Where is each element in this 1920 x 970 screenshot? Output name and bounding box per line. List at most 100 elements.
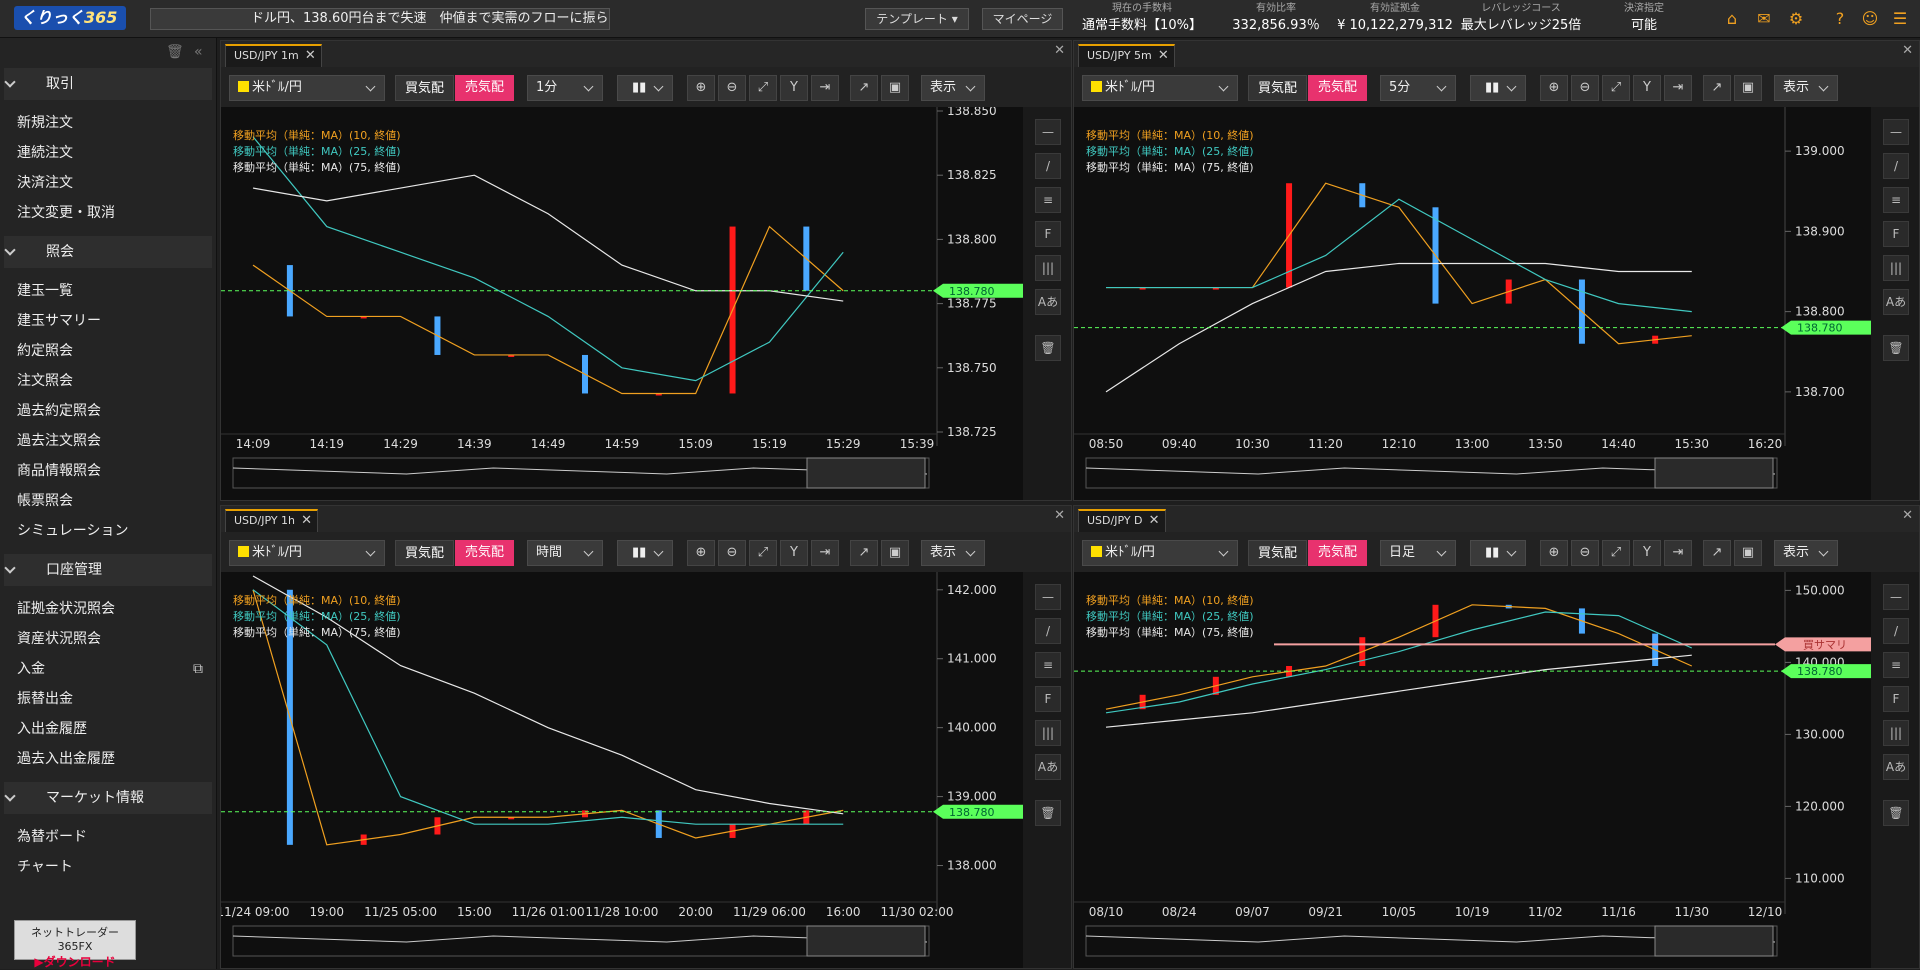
- navigator-handle[interactable]: [806, 457, 926, 489]
- y-scale-icon[interactable]: Y: [780, 75, 808, 101]
- chart-svg[interactable]: 138.850 138.825 138.800 138.775 138.750 138.7…: [221, 107, 1025, 502]
- add-indicator-icon[interactable]: ↗: [850, 75, 878, 101]
- delete-drawing-icon[interactable]: 🗑: [1883, 800, 1909, 826]
- vertical-line-icon[interactable]: |||: [1035, 255, 1061, 281]
- compare-icon[interactable]: ▣: [1734, 75, 1762, 101]
- line-tool-icon[interactable]: —: [1035, 119, 1061, 145]
- zoom-out-icon[interactable]: ⊖: [718, 75, 746, 101]
- tab-close-icon[interactable]: ✕: [301, 511, 312, 530]
- sidebar-item-withdraw[interactable]: 振替出金: [0, 684, 216, 714]
- buy-quote-button[interactable]: 買気配: [395, 540, 454, 566]
- download-banner[interactable]: ネットトレーダー365FX ▶ダウンロード: [14, 920, 136, 969]
- chart-svg[interactable]: 142.000 141.000 140.000 139.000 138.000 11/24…: [221, 572, 1025, 970]
- buy-quote-button[interactable]: 買気配: [1248, 75, 1307, 101]
- sidebar-item-past-orders[interactable]: 過去注文照会: [0, 426, 216, 456]
- sidebar-item-margin-status[interactable]: 証拠金状況照会: [0, 594, 216, 624]
- sidebar-item-past-executions[interactable]: 過去約定照会: [0, 396, 216, 426]
- text-tool-icon[interactable]: Aあ: [1883, 289, 1909, 315]
- fit-icon[interactable]: ⤢: [749, 540, 777, 566]
- text-tool-icon[interactable]: Aあ: [1035, 754, 1061, 780]
- sidebar-item-product-info[interactable]: 商品情報照会: [0, 456, 216, 486]
- chart-tab[interactable]: USD/JPY 5m ✕: [1078, 44, 1175, 67]
- collapse-icon[interactable]: «: [194, 44, 203, 60]
- pair-select[interactable]: 米ﾄﾞﾙ/円: [229, 75, 385, 101]
- sidebar-item-chart[interactable]: チャート: [0, 852, 216, 882]
- sidebar-item-past-transfer-history[interactable]: 過去入出金履歴: [0, 744, 216, 774]
- buy-quote-button[interactable]: 買気配: [1248, 540, 1307, 566]
- tab-close-icon[interactable]: ✕: [1158, 46, 1169, 65]
- mail-icon[interactable]: ✉: [1754, 9, 1774, 29]
- sell-quote-button[interactable]: 売気配: [1308, 75, 1367, 101]
- chart-type-select[interactable]: ▮▮: [617, 540, 673, 566]
- sidebar-item-orders[interactable]: 注文照会: [0, 366, 216, 396]
- chart-type-select[interactable]: ▮▮: [617, 75, 673, 101]
- vertical-line-icon[interactable]: |||: [1883, 720, 1909, 746]
- pair-select[interactable]: 米ﾄﾞﾙ/円: [1082, 540, 1238, 566]
- y-scale-icon[interactable]: Y: [780, 540, 808, 566]
- chart-type-select[interactable]: ▮▮: [1470, 75, 1526, 101]
- trend-line-icon[interactable]: /: [1035, 153, 1061, 179]
- zoom-in-icon[interactable]: ⊕: [1540, 75, 1568, 101]
- navigator-handle[interactable]: [1654, 925, 1774, 957]
- mypage-button[interactable]: マイページ: [982, 8, 1063, 30]
- trend-line-icon[interactable]: /: [1883, 618, 1909, 644]
- interval-select[interactable]: 1分: [527, 75, 603, 101]
- sidebar-item-chain-order[interactable]: 連続注文: [0, 138, 216, 168]
- vertical-line-icon[interactable]: |||: [1883, 255, 1909, 281]
- panel-close-icon[interactable]: ✕: [1054, 508, 1065, 523]
- zoom-out-icon[interactable]: ⊖: [718, 540, 746, 566]
- sidebar-item-reports[interactable]: 帳票照会: [0, 486, 216, 516]
- interval-select[interactable]: 時間: [527, 540, 603, 566]
- y-scale-icon[interactable]: Y: [1633, 540, 1661, 566]
- text-tool-icon[interactable]: Aあ: [1883, 754, 1909, 780]
- add-indicator-icon[interactable]: ↗: [1703, 540, 1731, 566]
- sell-quote-button[interactable]: 売気配: [455, 540, 514, 566]
- sidebar-item-close-order[interactable]: 決済注文: [0, 168, 216, 198]
- line-tool-icon[interactable]: —: [1883, 119, 1909, 145]
- sidebar-item-position-summary[interactable]: 建玉サマリー: [0, 306, 216, 336]
- trend-line-icon[interactable]: /: [1035, 618, 1061, 644]
- compare-icon[interactable]: ▣: [881, 75, 909, 101]
- trash-icon[interactable]: 🗑: [166, 44, 184, 60]
- jump-latest-icon[interactable]: ⇥: [811, 75, 839, 101]
- pair-select[interactable]: 米ﾄﾞﾙ/円: [229, 540, 385, 566]
- interval-select[interactable]: 日足: [1380, 540, 1456, 566]
- fit-icon[interactable]: ⤢: [749, 75, 777, 101]
- text-tool-icon[interactable]: Aあ: [1035, 289, 1061, 315]
- fib-icon[interactable]: F: [1035, 686, 1061, 712]
- zoom-in-icon[interactable]: ⊕: [1540, 540, 1568, 566]
- sidebar-item-simulation[interactable]: シミュレーション: [0, 516, 216, 546]
- vertical-line-icon[interactable]: |||: [1035, 720, 1061, 746]
- section-inquiry[interactable]: 照会: [4, 236, 212, 268]
- interval-select[interactable]: 5分: [1380, 75, 1456, 101]
- section-trade[interactable]: 取引: [4, 68, 212, 100]
- zoom-in-icon[interactable]: ⊕: [687, 540, 715, 566]
- help-icon[interactable]: ?: [1830, 9, 1850, 29]
- fit-icon[interactable]: ⤢: [1602, 540, 1630, 566]
- display-select[interactable]: 表示: [1774, 75, 1838, 101]
- section-account[interactable]: 口座管理: [4, 554, 212, 586]
- fib-icon[interactable]: F: [1035, 221, 1061, 247]
- sidebar-item-deposit[interactable]: 入金 ⧉: [0, 654, 216, 684]
- chart-tab[interactable]: USD/JPY D ✕: [1078, 509, 1166, 532]
- chart-svg[interactable]: 139.000 138.900 138.800 138.700 08:50 09:40 10…: [1074, 107, 1873, 502]
- chart-tab[interactable]: USD/JPY 1m ✕: [225, 44, 322, 67]
- panel-close-icon[interactable]: ✕: [1902, 508, 1913, 523]
- delete-drawing-icon[interactable]: 🗑: [1883, 335, 1909, 361]
- channel-icon[interactable]: ≡: [1035, 652, 1061, 678]
- channel-icon[interactable]: ≡: [1035, 187, 1061, 213]
- panel-close-icon[interactable]: ✕: [1054, 43, 1065, 58]
- jump-latest-icon[interactable]: ⇥: [1664, 540, 1692, 566]
- channel-icon[interactable]: ≡: [1883, 187, 1909, 213]
- sidebar-item-modify-order[interactable]: 注文変更・取消: [0, 198, 216, 228]
- chart-svg[interactable]: 150.000140.000130.000120.000110.00008/10…: [1074, 572, 1873, 970]
- display-select[interactable]: 表示: [921, 75, 985, 101]
- zoom-out-icon[interactable]: ⊖: [1571, 540, 1599, 566]
- add-indicator-icon[interactable]: ↗: [850, 540, 878, 566]
- sidebar-item-new-order[interactable]: 新規注文: [0, 108, 216, 138]
- sidebar-item-asset-status[interactable]: 資産状況照会: [0, 624, 216, 654]
- buy-quote-button[interactable]: 買気配: [395, 75, 454, 101]
- template-button[interactable]: テンプレート ▾: [865, 8, 969, 30]
- delete-drawing-icon[interactable]: 🗑: [1035, 335, 1061, 361]
- navigator-handle[interactable]: [806, 925, 926, 957]
